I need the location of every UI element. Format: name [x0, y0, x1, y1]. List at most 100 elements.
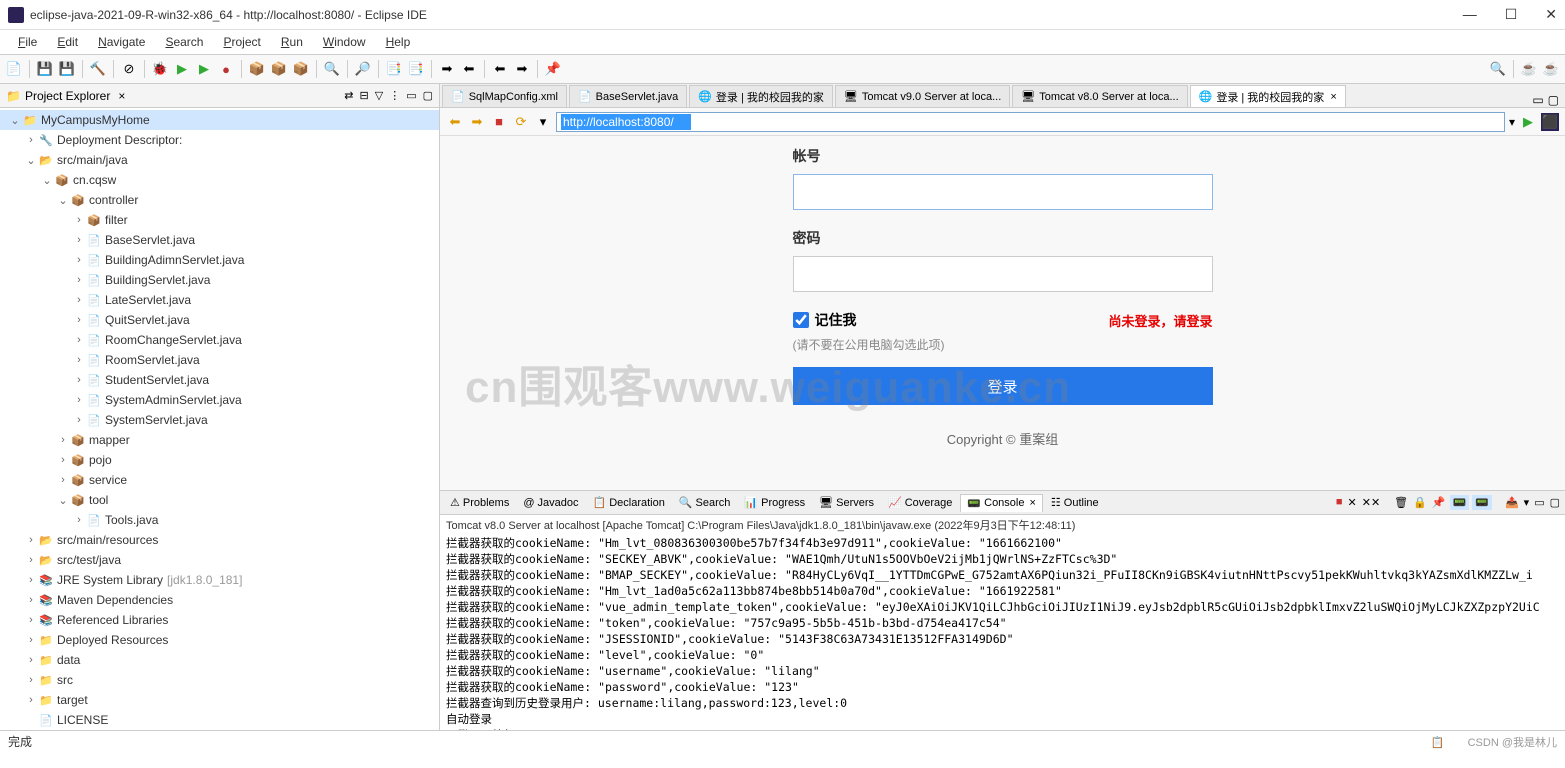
- link-editor-button[interactable]: ⊟: [360, 89, 369, 102]
- tree-node-deployment-descriptor---web-app-[interactable]: ›🔧Deployment Descriptor:: [0, 130, 439, 150]
- expand-icon[interactable]: ⌄: [8, 114, 22, 127]
- tree-node-systemservlet-java[interactable]: ›📄SystemServlet.java: [0, 410, 439, 430]
- save-button[interactable]: 💾: [35, 59, 55, 79]
- maximize-editor[interactable]: ▢: [1548, 93, 1559, 107]
- new-console-button[interactable]: 📤: [1504, 495, 1520, 510]
- next-button[interactable]: ➡: [437, 59, 457, 79]
- expand-icon[interactable]: ›: [24, 534, 38, 546]
- tree-node-tool[interactable]: ⌄📦tool: [0, 490, 439, 510]
- editor-tab-2[interactable]: 🌐登录 | 我的校园我的家: [689, 85, 833, 107]
- expand-icon[interactable]: ›: [24, 594, 38, 606]
- expand-icon[interactable]: ›: [72, 354, 86, 366]
- tree-node-filter[interactable]: ›📦filter: [0, 210, 439, 230]
- browser-stop-button[interactable]: ■: [490, 113, 508, 131]
- debug-button[interactable]: 🐞: [150, 59, 170, 79]
- browser-back-button[interactable]: ⬅: [446, 113, 464, 131]
- build-button[interactable]: 🔨: [88, 59, 108, 79]
- remove-all-button[interactable]: ✕✕: [1361, 495, 1381, 510]
- menu-file[interactable]: File: [10, 32, 45, 52]
- url-input[interactable]: [561, 114, 691, 130]
- tree-node-referenced-libraries[interactable]: ›📚Referenced Libraries: [0, 610, 439, 630]
- annotation-button[interactable]: 📑: [406, 59, 426, 79]
- expand-icon[interactable]: ⌄: [24, 154, 38, 167]
- new-package-button[interactable]: 📦: [247, 59, 267, 79]
- search-button[interactable]: 🔎: [353, 59, 373, 79]
- minimize-panel-button[interactable]: ▭: [406, 89, 416, 102]
- expand-icon[interactable]: ›: [24, 554, 38, 566]
- expand-icon[interactable]: ›: [72, 254, 86, 266]
- open-console-button[interactable]: 📟: [1472, 495, 1492, 510]
- expand-icon[interactable]: ›: [56, 474, 70, 486]
- back-button[interactable]: ⬅: [490, 59, 510, 79]
- tree-node-maven-dependencies[interactable]: ›📚Maven Dependencies: [0, 590, 439, 610]
- expand-icon[interactable]: ›: [72, 514, 86, 526]
- browser-home-button[interactable]: ▾: [534, 113, 552, 131]
- tree-node-quitservlet-java[interactable]: ›📄QuitServlet.java: [0, 310, 439, 330]
- expand-icon[interactable]: ⌄: [40, 174, 54, 187]
- tree-node-src-main-resources[interactable]: ›📂src/main/resources: [0, 530, 439, 550]
- tree-node-roomservlet-java[interactable]: ›📄RoomServlet.java: [0, 350, 439, 370]
- expand-icon[interactable]: ›: [72, 234, 86, 246]
- bottom-tab-progress[interactable]: 📊Progress: [738, 494, 811, 511]
- menu-help[interactable]: Help: [378, 32, 419, 52]
- bottom-tab-outline[interactable]: ☷Outline: [1045, 494, 1105, 511]
- tree-node-studentservlet-java[interactable]: ›📄StudentServlet.java: [0, 370, 439, 390]
- editor-tab-0[interactable]: 📄SqlMapConfig.xml: [442, 85, 567, 107]
- url-bar[interactable]: [556, 112, 1505, 132]
- expand-icon[interactable]: ›: [72, 374, 86, 386]
- expand-icon[interactable]: ›: [56, 434, 70, 446]
- close-project-explorer[interactable]: ×: [118, 89, 125, 103]
- prev-button[interactable]: ⬅: [459, 59, 479, 79]
- expand-icon[interactable]: ›: [24, 674, 38, 686]
- display-button[interactable]: 📟: [1450, 495, 1470, 510]
- filter-button[interactable]: ▽: [375, 89, 383, 102]
- expand-icon[interactable]: ›: [24, 654, 38, 666]
- password-input[interactable]: [793, 256, 1213, 292]
- new-button[interactable]: 📄: [4, 59, 24, 79]
- terminate-button[interactable]: ■: [1335, 495, 1344, 510]
- expand-icon[interactable]: ›: [72, 414, 86, 426]
- tree-node-buildingservlet-java[interactable]: ›📄BuildingServlet.java: [0, 270, 439, 290]
- tree-node-cn-cqsw[interactable]: ⌄📦cn.cqsw: [0, 170, 439, 190]
- clear-console-button[interactable]: 🗑: [1393, 495, 1409, 510]
- status-icon[interactable]: 📋: [1431, 737, 1445, 749]
- editor-tab-3[interactable]: 🖥Tomcat v9.0 Server at loca...: [835, 85, 1010, 107]
- pin-console-button[interactable]: 📌: [1431, 495, 1447, 510]
- menu-navigate[interactable]: Navigate: [90, 32, 153, 52]
- expand-icon[interactable]: ⌄: [56, 494, 70, 507]
- editor-tab-5[interactable]: 🌐登录 | 我的校园我的家×: [1190, 85, 1346, 107]
- tree-node-controller[interactable]: ⌄📦controller: [0, 190, 439, 210]
- tree-node-baseservlet-java[interactable]: ›📄BaseServlet.java: [0, 230, 439, 250]
- maximize-panel-button[interactable]: ▢: [423, 89, 433, 102]
- tree-node-pojo[interactable]: ›📦pojo: [0, 450, 439, 470]
- editor-tab-1[interactable]: 📄BaseServlet.java: [569, 85, 687, 107]
- tree-node-tools-java[interactable]: ›📄Tools.java: [0, 510, 439, 530]
- collapse-all-button[interactable]: ⇄: [344, 89, 353, 102]
- menu-window[interactable]: Window: [315, 32, 374, 52]
- minimize-editor[interactable]: ▭: [1532, 93, 1543, 107]
- bottom-tab-servers[interactable]: 🖥Servers: [813, 494, 880, 511]
- minimize-button[interactable]: —: [1463, 6, 1477, 23]
- tree-node-license[interactable]: 📄LICENSE: [0, 710, 439, 730]
- save-all-button[interactable]: 💾: [57, 59, 77, 79]
- bottom-tab-console[interactable]: 📟Console×: [960, 494, 1043, 512]
- scroll-lock-button[interactable]: 🔒: [1412, 495, 1428, 510]
- expand-icon[interactable]: ›: [72, 394, 86, 406]
- view-menu-button[interactable]: ⋮: [389, 89, 400, 102]
- bottom-tab-problems[interactable]: ⚠Problems: [444, 494, 515, 511]
- login-button[interactable]: 登录: [793, 367, 1213, 405]
- tree-node-jre-system-library[interactable]: ›📚JRE System Library[jdk1.8.0_181]: [0, 570, 439, 590]
- expand-icon[interactable]: ›: [24, 134, 38, 146]
- new-class-button[interactable]: 📦: [269, 59, 289, 79]
- console-output[interactable]: 拦截器获取的cookieName: "Hm_lvt_080836300300be…: [440, 535, 1565, 730]
- expand-icon[interactable]: ›: [24, 574, 38, 586]
- menu-search[interactable]: Search: [157, 32, 211, 52]
- minimize-bottom[interactable]: ▭: [1533, 495, 1545, 510]
- tree-node-lateservlet-java[interactable]: ›📄LateServlet.java: [0, 290, 439, 310]
- toggle-mark-button[interactable]: 📑: [384, 59, 404, 79]
- run-last-button[interactable]: ●: [216, 59, 236, 79]
- username-input[interactable]: [793, 174, 1213, 210]
- tree-node-mycampusmyhome[interactable]: ⌄📁MyCampusMyHome: [0, 110, 439, 130]
- tree-node-target[interactable]: ›📁target: [0, 690, 439, 710]
- run-button[interactable]: ▶: [172, 59, 192, 79]
